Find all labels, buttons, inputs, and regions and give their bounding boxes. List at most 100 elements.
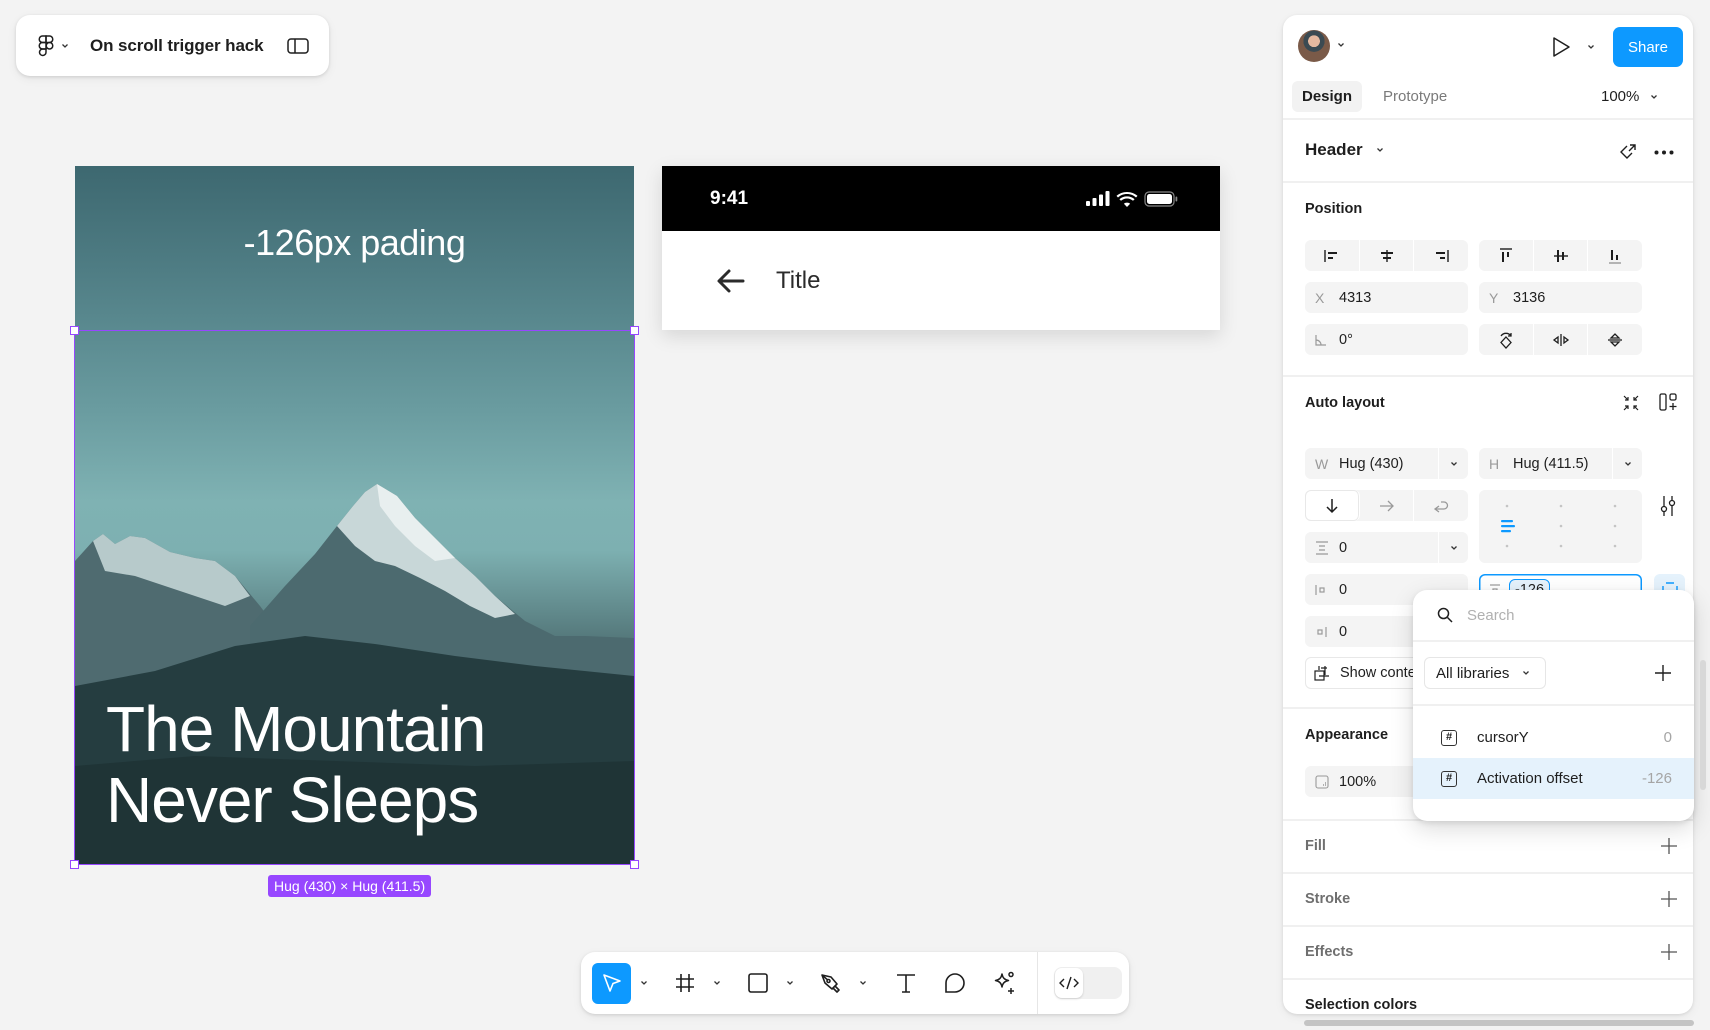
tool-shape[interactable] [738,963,803,1004]
stroke-section-title: Stroke [1305,891,1351,907]
variable-item-cursory[interactable]: # cursorY 0 [1413,717,1694,758]
chevron-down-icon[interactable] [631,978,657,988]
more-options-icon[interactable] [1654,150,1674,155]
library-filter-dropdown[interactable]: All libraries [1424,657,1547,689]
create-variable-icon[interactable] [1654,664,1672,682]
align-middle-button[interactable] [1534,240,1589,271]
dev-mode-toggle[interactable] [1054,967,1122,999]
y-label: Y [1489,289,1499,306]
direction-wrap-button[interactable] [1414,490,1468,521]
chevron-down-icon[interactable] [1586,42,1596,52]
auto-layout-add-icon[interactable] [1658,392,1678,412]
tool-actions[interactable] [984,963,1023,1004]
tool-pen[interactable] [811,963,876,1004]
detach-instance-icon[interactable] [1618,142,1638,162]
direction-vertical-button[interactable] [1305,490,1360,521]
align-left-icon [1324,249,1340,263]
text-icon [894,971,918,995]
chevron-down-icon[interactable] [1612,448,1642,479]
add-effect-icon[interactable] [1660,943,1678,961]
rotation-input[interactable]: 0° [1305,324,1468,355]
tab-prototype[interactable]: Prototype [1373,81,1457,112]
file-title[interactable]: On scroll trigger hack [90,36,264,56]
frame-hash-icon [673,971,697,995]
code-brackets-icon [1059,976,1079,990]
library-filter-label: All libraries [1436,664,1510,682]
align-right-button[interactable] [1414,240,1468,271]
variable-value: 0 [1663,729,1672,746]
chevron-down-icon[interactable] [1438,532,1468,563]
toolbar-divider [1037,952,1038,1014]
variable-search-input[interactable] [1467,606,1667,624]
add-fill-icon[interactable] [1660,837,1678,855]
headline-line-2: Never Sleeps [106,764,479,836]
align-center-h-button[interactable] [1360,240,1415,271]
chevron-down-icon [1521,668,1531,678]
nav-bar: Title [662,231,1220,330]
cursor-arrow-icon [600,971,624,995]
x-value: 4313 [1339,289,1372,306]
x-position-input[interactable]: X 4313 [1305,282,1468,313]
width-input[interactable]: W Hug (430) [1305,448,1468,479]
align-top-button[interactable] [1479,240,1534,271]
mountain-hero-card[interactable]: -126px pading The Mountain Never Sleeps [75,166,634,865]
align-bottom-button[interactable] [1588,240,1642,271]
zoom-level-select[interactable]: 100% [1601,81,1659,112]
tool-text[interactable] [886,963,925,1004]
variable-item-activation-offset[interactable]: # Activation offset -126 [1413,758,1694,799]
height-input[interactable]: H Hug (411.5) [1479,448,1642,479]
gap-input[interactable]: 0 [1305,532,1468,563]
variables-popup: All libraries # cursorY 0 # Activation o… [1413,590,1694,821]
layer-name-dropdown[interactable]: Header [1305,140,1385,160]
chevron-down-icon [1375,145,1385,155]
back-arrow-icon[interactable] [716,268,746,294]
gap-value: 0 [1339,539,1348,556]
alignment-grid[interactable] [1479,490,1642,563]
align-top-icon [1499,247,1513,264]
chevron-down-icon[interactable] [1438,448,1468,479]
status-bar: 9:41 [662,166,1220,231]
tool-move[interactable] [592,962,657,1004]
align-left-button[interactable] [1305,240,1360,271]
tool-frame[interactable] [665,963,730,1004]
y-value: 3136 [1513,289,1546,306]
phone-header-frame[interactable]: 9:41 Title [662,166,1220,330]
figma-logo-icon [38,34,54,57]
chevron-down-icon[interactable] [1336,40,1346,50]
bottom-toolbar [581,952,1129,1014]
fill-section-title: Fill [1305,838,1326,854]
sidebar-toggle-icon[interactable] [287,37,309,55]
chevron-down-icon[interactable] [704,978,730,988]
clip-content-icon [1314,665,1330,681]
headline-line-1: The Mountain [106,693,486,765]
present-play-icon[interactable] [1551,36,1571,58]
divider [1283,872,1693,874]
main-menu-button[interactable] [38,34,70,57]
nav-title: Title [776,266,821,294]
tool-comment[interactable] [935,963,974,1004]
flip-vertical-button[interactable] [1588,324,1642,355]
user-avatar[interactable] [1298,30,1330,62]
variable-search [1413,590,1694,642]
gap-vertical-icon [1315,540,1335,555]
chevron-down-icon[interactable] [777,978,803,988]
y-position-input[interactable]: Y 3136 [1479,282,1642,313]
variable-name: Activation offset [1477,770,1583,787]
chevron-down-icon [1649,92,1659,102]
direction-horizontal-button[interactable] [1360,490,1415,521]
layout-settings-icon[interactable] [1658,495,1678,517]
tab-design[interactable]: Design [1292,81,1363,112]
panel-vertical-scrollbar[interactable] [1700,660,1706,790]
share-button[interactable]: Share [1613,27,1683,67]
flip-horizontal-button[interactable] [1534,324,1589,355]
selection-colors-title: Selection colors [1305,997,1418,1013]
rotate-90-icon [1498,331,1514,349]
panel-horizontal-scrollbar[interactable] [1304,1020,1694,1026]
suggest-auto-layout-icon[interactable] [1621,393,1641,413]
rectangle-icon [746,971,770,995]
divider [1283,181,1693,183]
chevron-down-icon[interactable] [850,978,876,988]
battery-icon [1144,190,1178,207]
rotate-button[interactable] [1479,324,1534,355]
add-stroke-icon[interactable] [1660,890,1678,908]
